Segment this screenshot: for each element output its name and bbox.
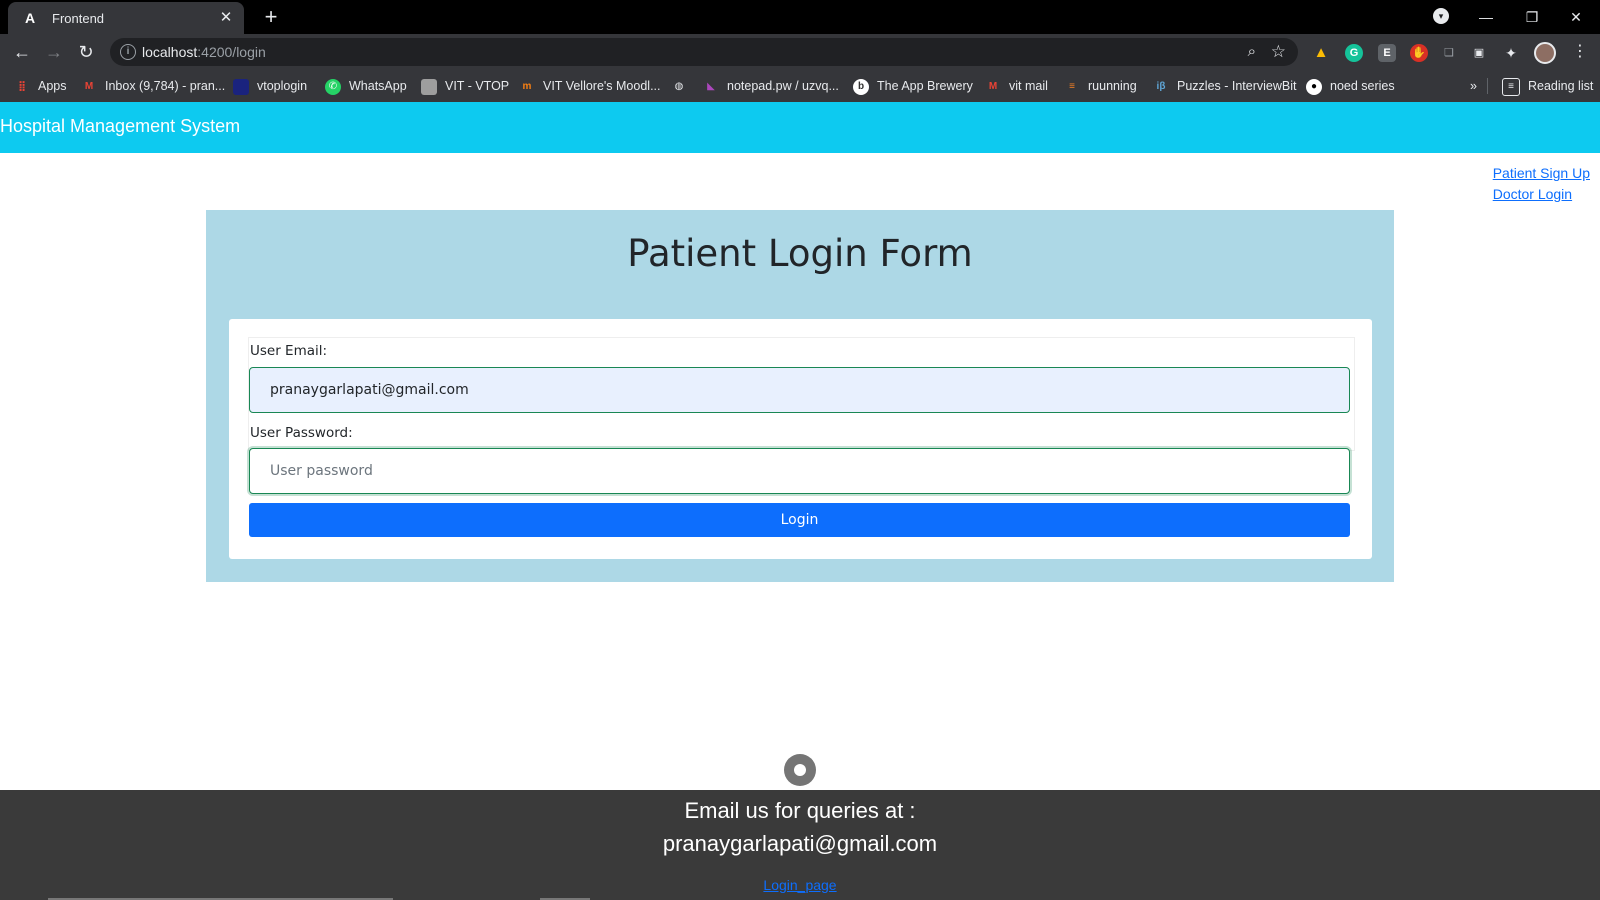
browser-toolbar: ← → ↻ i localhost:4200/login ⌕ ☆ ▲ G E ✋…: [0, 34, 1600, 70]
record-indicator-icon[interactable]: [784, 754, 816, 786]
google-drive-icon[interactable]: ▲: [1312, 44, 1330, 62]
browser-tab[interactable]: A Frontend ✕: [8, 2, 244, 34]
close-window-icon[interactable]: ✕: [1556, 4, 1596, 30]
bookmarks-divider: [1487, 78, 1488, 94]
app-header: Hospital Management System: [0, 102, 1600, 153]
bookmark-interviewbit[interactable]: iβ Puzzles - InterviewBit: [1153, 70, 1297, 102]
bookmark-moodle[interactable]: m VIT Vellore's Moodl...: [519, 70, 661, 102]
password-label: User Password:: [250, 425, 353, 441]
stackoverflow-icon: ≡: [1069, 80, 1075, 92]
extension-copy-icon[interactable]: ❏: [1440, 44, 1458, 62]
bookmark-vit-vtop[interactable]: VIT - VTOP: [421, 70, 509, 102]
bookmark-inbox[interactable]: M Inbox (9,784) - pran...: [81, 70, 225, 102]
vtop-icon: [233, 78, 249, 95]
email-field[interactable]: pranaygarlapati@gmail.com: [249, 367, 1350, 413]
bookmark-notepad[interactable]: ◣ notepad.pw / uzvq...: [703, 70, 839, 102]
bookmarks-overflow-icon[interactable]: »: [1470, 70, 1477, 102]
address-bar[interactable]: i localhost:4200/login ⌕ ☆: [110, 38, 1298, 66]
bookmark-ruunning[interactable]: ≡ ruunning: [1064, 70, 1137, 102]
github-icon: ●: [1306, 78, 1322, 95]
zoom-icon[interactable]: ⌕: [1248, 43, 1256, 60]
globe-icon: ◍: [674, 80, 684, 92]
bookmark-apps[interactable]: ⣿ Apps: [14, 70, 66, 102]
notepad-icon: ◣: [707, 80, 715, 92]
tab-search-icon[interactable]: ▾: [1433, 8, 1449, 24]
whatsapp-icon: ✆: [325, 78, 341, 95]
app-brand[interactable]: Hospital Management System: [0, 116, 240, 137]
page-icon: [421, 78, 437, 95]
extension-hand-icon[interactable]: ✋: [1410, 44, 1428, 62]
moodle-icon: m: [522, 80, 532, 92]
site-info-icon[interactable]: i: [120, 44, 136, 60]
url-text[interactable]: localhost:4200/login: [142, 44, 266, 60]
password-field[interactable]: User password: [249, 448, 1350, 494]
login-panel: Patient Login Form User Email: pranaygar…: [206, 210, 1394, 582]
extension-e-icon[interactable]: E: [1378, 44, 1396, 62]
bookmark-whatsapp[interactable]: ✆ WhatsApp: [325, 70, 407, 102]
angular-icon: A: [24, 10, 36, 26]
footer: Email us for queries at : pranaygarlapat…: [0, 790, 1600, 900]
email-label: User Email:: [250, 343, 328, 359]
new-tab-button[interactable]: +: [258, 4, 284, 30]
bookmark-noed-series[interactable]: ● noed series: [1306, 70, 1395, 102]
reload-icon[interactable]: ↻: [72, 38, 100, 66]
bookmark-vtoplogin[interactable]: vtoplogin: [233, 70, 307, 102]
bookmark-star-icon[interactable]: ☆: [1271, 42, 1286, 62]
close-tab-icon[interactable]: ✕: [216, 8, 236, 28]
reading-list-button[interactable]: ≡ Reading list: [1502, 70, 1593, 102]
bookmark-vit-mail[interactable]: Mvit mail: [985, 70, 1048, 102]
login-card: User Email: pranaygarlapati@gmail.com Us…: [229, 319, 1372, 559]
profile-avatar[interactable]: [1534, 42, 1556, 64]
extension-window-icon[interactable]: ▣: [1470, 44, 1488, 62]
doctor-login-link[interactable]: Doctor Login: [1493, 184, 1590, 205]
login-button[interactable]: Login: [249, 503, 1350, 537]
back-arrow-icon[interactable]: ←: [8, 38, 36, 66]
footer-query-text: Email us for queries at :: [684, 798, 916, 823]
reading-list-icon: ≡: [1502, 77, 1520, 96]
bookmarks-bar: ⣿ Apps M Inbox (9,784) - pran... vtoplogin…: [0, 70, 1600, 102]
forward-arrow-icon[interactable]: →: [40, 38, 68, 66]
gmail-icon: M: [988, 80, 998, 92]
restore-icon[interactable]: ❐: [1512, 4, 1552, 30]
browser-tabstrip: A Frontend ✕ + ▾ — ❐ ✕: [0, 0, 1600, 34]
bookmark-app-brewery[interactable]: b The App Brewery: [853, 70, 973, 102]
footer-email: pranaygarlapati@gmail.com: [662, 831, 938, 856]
extensions-puzzle-icon[interactable]: ✦: [1502, 44, 1520, 62]
record-dot: [794, 764, 806, 776]
page-title: Patient Login Form: [627, 232, 973, 275]
top-right-links: Patient Sign Up Doctor Login: [1493, 163, 1590, 205]
browser-menu-icon[interactable]: ⋮: [1572, 42, 1588, 62]
patient-signup-link[interactable]: Patient Sign Up: [1493, 163, 1590, 184]
grammarly-icon[interactable]: G: [1345, 44, 1363, 62]
minimize-icon[interactable]: —: [1466, 4, 1506, 30]
interviewbit-icon: iβ: [1156, 80, 1166, 92]
footer-login-page-link[interactable]: Login_page: [763, 877, 836, 893]
apps-grid-icon: ⣿: [18, 80, 26, 92]
tab-title: Frontend: [52, 11, 105, 26]
gmail-icon: M: [84, 80, 94, 92]
app-brewery-icon: b: [853, 78, 869, 95]
bookmark-globe[interactable]: ◍: [671, 70, 695, 102]
